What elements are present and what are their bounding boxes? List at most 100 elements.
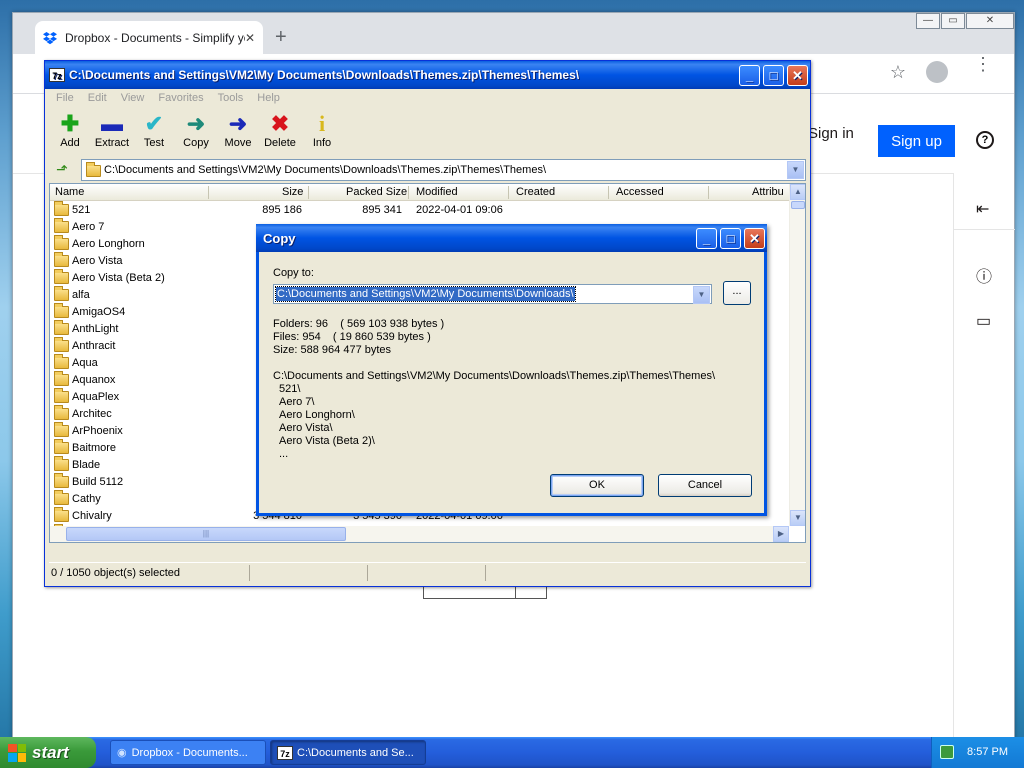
- ok-button[interactable]: OK: [550, 474, 644, 497]
- horizontal-scrollbar[interactable]: ||| ▶: [50, 526, 789, 542]
- network-icon[interactable]: [940, 745, 954, 759]
- minimize-button[interactable]: —: [916, 13, 940, 29]
- copy-dialog: Copy _ □ ✕ Copy to: C:\Documents and Set…: [256, 224, 767, 516]
- address-field[interactable]: C:\Documents and Settings\VM2\My Documen…: [81, 159, 806, 181]
- source-item: Aero Vista (Beta 2)\: [279, 435, 375, 447]
- col-size[interactable]: Size: [282, 186, 303, 198]
- col-created[interactable]: Created: [516, 186, 555, 198]
- menu-edit[interactable]: Edit: [81, 90, 114, 108]
- plus-icon: ✚: [60, 111, 80, 136]
- copy-dialog-titlebar[interactable]: Copy _ □ ✕: [256, 224, 767, 252]
- help-icon[interactable]: ?: [976, 131, 994, 149]
- delete-button[interactable]: ✖ Delete: [259, 111, 301, 157]
- size-info: Size: 588 964 477 bytes: [273, 344, 392, 356]
- cancel-button[interactable]: Cancel: [658, 474, 752, 497]
- destination-combo[interactable]: C:\Documents and Settings\VM2\My Documen…: [273, 284, 712, 304]
- task-dropbox-label: Dropbox - Documents...: [131, 746, 248, 759]
- sevenzip-maximize-button[interactable]: □: [763, 65, 784, 86]
- row-name: 521: [72, 204, 91, 216]
- new-tab-button[interactable]: +: [275, 26, 287, 49]
- info-label: Info: [312, 137, 332, 149]
- up-folder-icon[interactable]: ⬏: [51, 161, 73, 179]
- menu-kebab-icon[interactable]: ⋮: [974, 55, 992, 73]
- info-button[interactable]: i Info: [301, 111, 343, 157]
- folder-icon: [54, 269, 69, 284]
- sevenzip-minimize-button[interactable]: _: [739, 65, 760, 86]
- folder-icon: [54, 507, 69, 522]
- tab-dropbox[interactable]: Dropbox - Documents - Simplify your ✕: [35, 21, 263, 54]
- vertical-scroll-thumb[interactable]: [791, 201, 805, 209]
- info-icon[interactable]: ⓘ: [976, 263, 992, 287]
- task-dropbox[interactable]: ◉ Dropbox - Documents...: [110, 740, 266, 765]
- add-button[interactable]: ✚ Add: [49, 111, 91, 157]
- scroll-down-icon[interactable]: ▼: [790, 510, 805, 526]
- col-attributes[interactable]: Attribu: [752, 186, 784, 198]
- dialog-minimize-button[interactable]: _: [696, 228, 717, 249]
- bookmark-star-icon[interactable]: ☆: [890, 62, 906, 83]
- copy-button[interactable]: ➜ Copy: [175, 111, 217, 157]
- col-name[interactable]: Name: [55, 186, 84, 198]
- menu-help[interactable]: Help: [250, 90, 287, 108]
- sevenzip-app-icon: 7z: [49, 68, 65, 82]
- restore-button[interactable]: ▭: [941, 13, 965, 29]
- source-item-ellipsis: ...: [279, 448, 289, 460]
- row-name: ArPhoenix: [72, 425, 123, 437]
- sevenzip-toolbar: ✚ Add ▬ Extract ✔ Test ➜ Copy ➜ Move ✖ Delete …: [49, 111, 343, 157]
- row-name: AquaPlex: [72, 391, 120, 403]
- comment-icon[interactable]: ▭: [976, 311, 991, 331]
- source-item: Aero Vista\: [279, 422, 333, 434]
- dialog-close-button[interactable]: ✕: [744, 228, 765, 249]
- page-element-outline: [423, 585, 547, 599]
- col-modified[interactable]: Modified: [416, 186, 458, 198]
- folder-icon: [54, 252, 69, 267]
- scroll-right-icon[interactable]: ▶: [773, 526, 789, 542]
- vertical-scrollbar[interactable]: ▲ ▼: [789, 184, 805, 526]
- menu-file[interactable]: File: [49, 90, 81, 108]
- dialog-maximize-button[interactable]: □: [720, 228, 741, 249]
- destination-dropdown-icon[interactable]: ▼: [693, 286, 710, 304]
- table-row[interactable]: 521 895 186 895 341 2022-04-01 09:06: [50, 201, 805, 219]
- arrow-right-icon: ➜: [186, 111, 206, 136]
- copy-to-label: Copy to:: [273, 267, 314, 279]
- add-label: Add: [60, 137, 80, 149]
- sign-up-button[interactable]: Sign up: [878, 125, 955, 157]
- copy-dialog-title: Copy: [263, 230, 296, 246]
- test-label: Test: [143, 137, 165, 149]
- extract-button[interactable]: ▬ Extract: [91, 111, 133, 157]
- collapse-panel-icon[interactable]: ⇤: [976, 199, 989, 219]
- browse-button[interactable]: ...: [723, 281, 751, 305]
- menu-tools[interactable]: Tools: [211, 90, 251, 108]
- row-size: 895 186: [262, 204, 302, 216]
- task-sevenzip[interactable]: 7z C:\Documents and Se...: [270, 740, 426, 765]
- arrow-right-icon: ➜: [228, 111, 248, 136]
- menu-favorites[interactable]: Favorites: [151, 90, 210, 108]
- row-name: Build 5112: [72, 476, 124, 488]
- folder-icon: [54, 371, 69, 386]
- files-info: Files: 954 ( 19 860 539 bytes ): [273, 331, 431, 343]
- horizontal-scroll-thumb[interactable]: |||: [66, 527, 346, 541]
- col-accessed[interactable]: Accessed: [616, 186, 664, 198]
- address-dropdown-icon[interactable]: ▼: [787, 161, 804, 179]
- folder-icon: [54, 388, 69, 403]
- selection-status: 0 / 1050 object(s) selected: [51, 567, 181, 579]
- side-panel: ⇤ ⓘ ▭: [953, 173, 1015, 743]
- scroll-up-icon[interactable]: ▲: [790, 184, 805, 200]
- dropbox-icon: [43, 31, 57, 44]
- folder-icon: [54, 490, 69, 505]
- sevenzip-close-button[interactable]: ✕: [787, 65, 808, 86]
- profile-avatar-icon[interactable]: [926, 61, 948, 83]
- folder-icon: [54, 303, 69, 318]
- col-packed-size[interactable]: Packed Size: [346, 186, 407, 198]
- menu-view[interactable]: View: [114, 90, 152, 108]
- sign-in-link[interactable]: Sign in: [808, 125, 854, 142]
- row-name: Architec: [72, 408, 112, 420]
- row-name: Anthracit: [72, 340, 116, 352]
- move-button[interactable]: ➜ Move: [217, 111, 259, 157]
- tab-title: Dropbox - Documents - Simplify your: [65, 30, 245, 45]
- start-button[interactable]: start: [0, 737, 96, 768]
- sevenzip-titlebar[interactable]: 7z C:\Documents and Settings\VM2\My Docu…: [45, 61, 810, 89]
- close-tab-icon[interactable]: ✕: [245, 31, 255, 45]
- close-window-button[interactable]: ✕: [966, 13, 1014, 29]
- test-button[interactable]: ✔ Test: [133, 111, 175, 157]
- copy-label: Copy: [183, 137, 209, 149]
